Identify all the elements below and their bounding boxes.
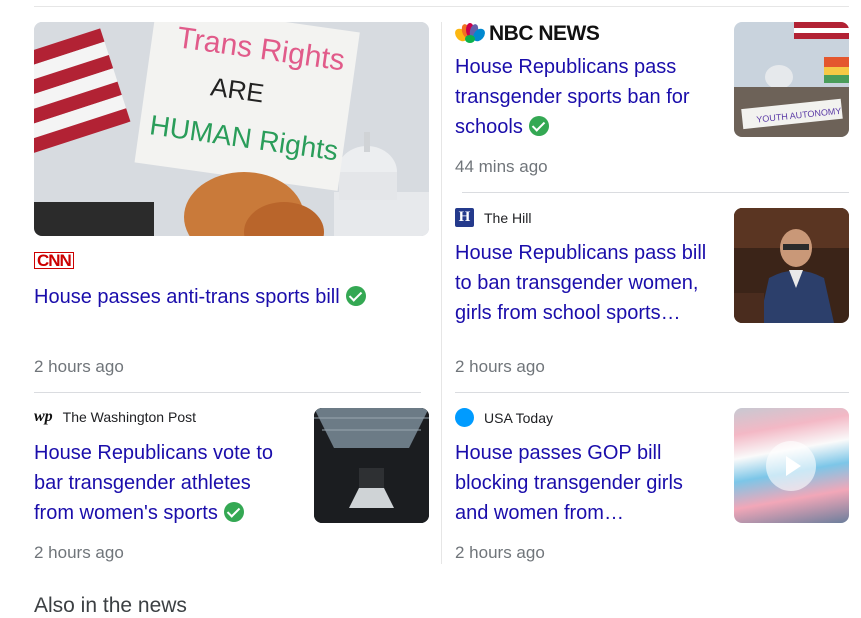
timestamp-wapo: 2 hours ago: [34, 543, 124, 562]
thumbnail-trans-flag-video[interactable]: [734, 408, 849, 523]
source-cnn: CNN: [34, 252, 74, 269]
thumbnail-trans-rights-protest[interactable]: Trans Rights ARE HUMAN Rights: [34, 22, 429, 236]
headline-nbc[interactable]: House Republicans pass transgender sport…: [455, 52, 715, 142]
source-hill: H The Hill: [455, 208, 531, 227]
headline-wapo[interactable]: House Republicans vote to bar transgende…: [34, 438, 294, 528]
column-divider: [441, 22, 442, 564]
section-heading-also-in-news: Also in the news: [34, 594, 187, 617]
thumbnail-capitol-interior[interactable]: [314, 408, 429, 523]
source-wapo: wp The Washington Post: [34, 408, 196, 425]
row-divider-left: [34, 392, 421, 393]
timestamp-nbc: 44 mins ago: [455, 157, 548, 176]
protest-image: Trans Rights ARE HUMAN Rights: [34, 22, 429, 236]
row-divider-right-1: [462, 192, 849, 193]
news-card-cnn[interactable]: Trans Rights ARE HUMAN Rights CNN House …: [34, 22, 429, 382]
top-divider: [34, 6, 849, 7]
headline-usatoday[interactable]: House passes GOP bill blocking transgend…: [455, 438, 715, 528]
play-icon[interactable]: [766, 441, 816, 491]
thumbnail-youth-autonomy-rally[interactable]: YOUTH AUTONOMY: [734, 22, 849, 137]
row-divider-right-2: [455, 392, 849, 393]
the-hill-logo-icon: H: [455, 208, 474, 227]
wapo-logo-icon: wp: [34, 408, 53, 425]
news-card-wapo[interactable]: wp The Washington Post House Republicans…: [34, 408, 429, 568]
timestamp-hill: 2 hours ago: [455, 357, 545, 376]
source-nbc: NBC NEWS: [455, 22, 600, 46]
timestamp-usatoday: 2 hours ago: [455, 543, 545, 562]
news-card-usatoday[interactable]: USA Today House passes GOP bill blocking…: [455, 408, 849, 568]
capitol-interior-image: [314, 408, 429, 523]
headline-cnn[interactable]: House passes anti-trans sports bill: [34, 282, 429, 312]
congressman-image: [734, 208, 849, 323]
timestamp-cnn: 2 hours ago: [34, 357, 124, 376]
verified-check-icon: [528, 116, 549, 136]
nbc-peacock-icon: [455, 22, 485, 46]
news-card-hill[interactable]: H The Hill House Republicans pass bill t…: [455, 208, 849, 383]
verified-check-icon: [223, 502, 244, 522]
headline-hill[interactable]: House Republicans pass bill to ban trans…: [455, 238, 715, 328]
source-usatoday: USA Today: [455, 408, 553, 427]
cnn-logo-icon: CNN: [34, 252, 74, 269]
news-card-nbc[interactable]: NBC NEWS House Republicans pass transgen…: [455, 22, 849, 182]
usa-today-logo-icon: [455, 408, 474, 427]
thumbnail-congressman[interactable]: [734, 208, 849, 323]
rally-image: YOUTH AUTONOMY: [734, 22, 849, 137]
verified-check-icon: [345, 286, 366, 306]
